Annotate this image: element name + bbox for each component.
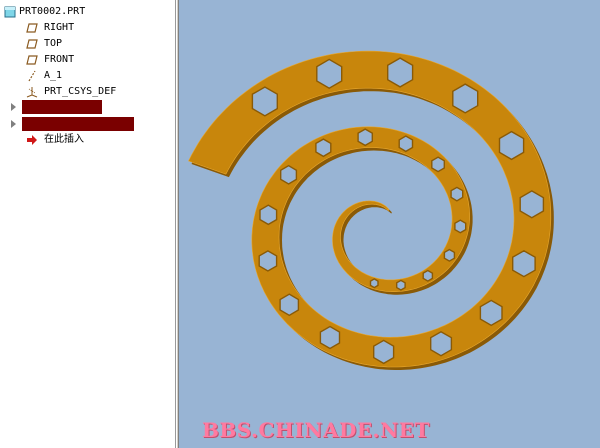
hex-hole bbox=[357, 128, 373, 147]
datum-axis-icon bbox=[28, 70, 36, 82]
hex-hole bbox=[251, 86, 278, 117]
tree-item-label: A_1 bbox=[44, 70, 63, 81]
hex-hole bbox=[454, 219, 467, 234]
datum-plane-icon bbox=[26, 55, 38, 65]
model-tree-panel: PRT0002.PRT RIGHT TOP FRONT A_1 PRT_CSYS… bbox=[0, 0, 176, 448]
tree-root-label: PRT0002.PRT bbox=[19, 6, 86, 17]
hex-hole bbox=[373, 339, 395, 365]
part-icon bbox=[4, 6, 16, 18]
tree-item-label: TOP bbox=[44, 38, 63, 49]
hex-hole bbox=[280, 164, 298, 185]
insert-here-label: 在此插入 bbox=[44, 134, 84, 145]
datum-plane-icon bbox=[26, 39, 38, 49]
datum-plane-icon bbox=[26, 23, 38, 33]
hex-hole bbox=[258, 250, 278, 272]
insert-arrow-icon bbox=[27, 135, 37, 145]
hex-hole bbox=[479, 299, 503, 327]
tree-item-label: RIGHT bbox=[44, 22, 75, 33]
spiral-part-model[interactable] bbox=[179, 0, 600, 448]
coordinate-system-icon bbox=[26, 87, 38, 98]
graphics-viewport[interactable] bbox=[179, 0, 600, 448]
expand-arrow-icon[interactable] bbox=[11, 103, 16, 111]
redacted-feature-1[interactable] bbox=[22, 100, 102, 114]
redacted-feature-2[interactable] bbox=[22, 117, 134, 131]
hex-hole bbox=[498, 130, 525, 161]
hex-hole bbox=[319, 325, 341, 350]
hex-hole bbox=[430, 330, 453, 357]
hex-hole bbox=[279, 293, 300, 317]
hex-hole bbox=[431, 156, 445, 173]
watermark-text: BBS.CHINADE.NET bbox=[202, 418, 430, 442]
hex-hole bbox=[387, 57, 414, 88]
hex-hole bbox=[315, 138, 332, 158]
hex-hole bbox=[422, 269, 434, 282]
hex-hole bbox=[316, 58, 343, 90]
hex-hole bbox=[512, 249, 536, 278]
hex-hole bbox=[452, 83, 479, 114]
expand-arrow-icon[interactable] bbox=[11, 120, 16, 128]
hex-hole bbox=[259, 204, 278, 226]
tree-item-label: PRT_CSYS_DEF bbox=[44, 86, 117, 97]
hex-hole bbox=[396, 279, 406, 291]
hex-hole bbox=[443, 248, 456, 262]
tree-item-label: FRONT bbox=[44, 54, 75, 65]
hex-hole bbox=[450, 186, 464, 202]
hex-hole bbox=[519, 190, 545, 219]
hex-hole bbox=[398, 135, 414, 153]
hex-hole bbox=[369, 278, 379, 289]
